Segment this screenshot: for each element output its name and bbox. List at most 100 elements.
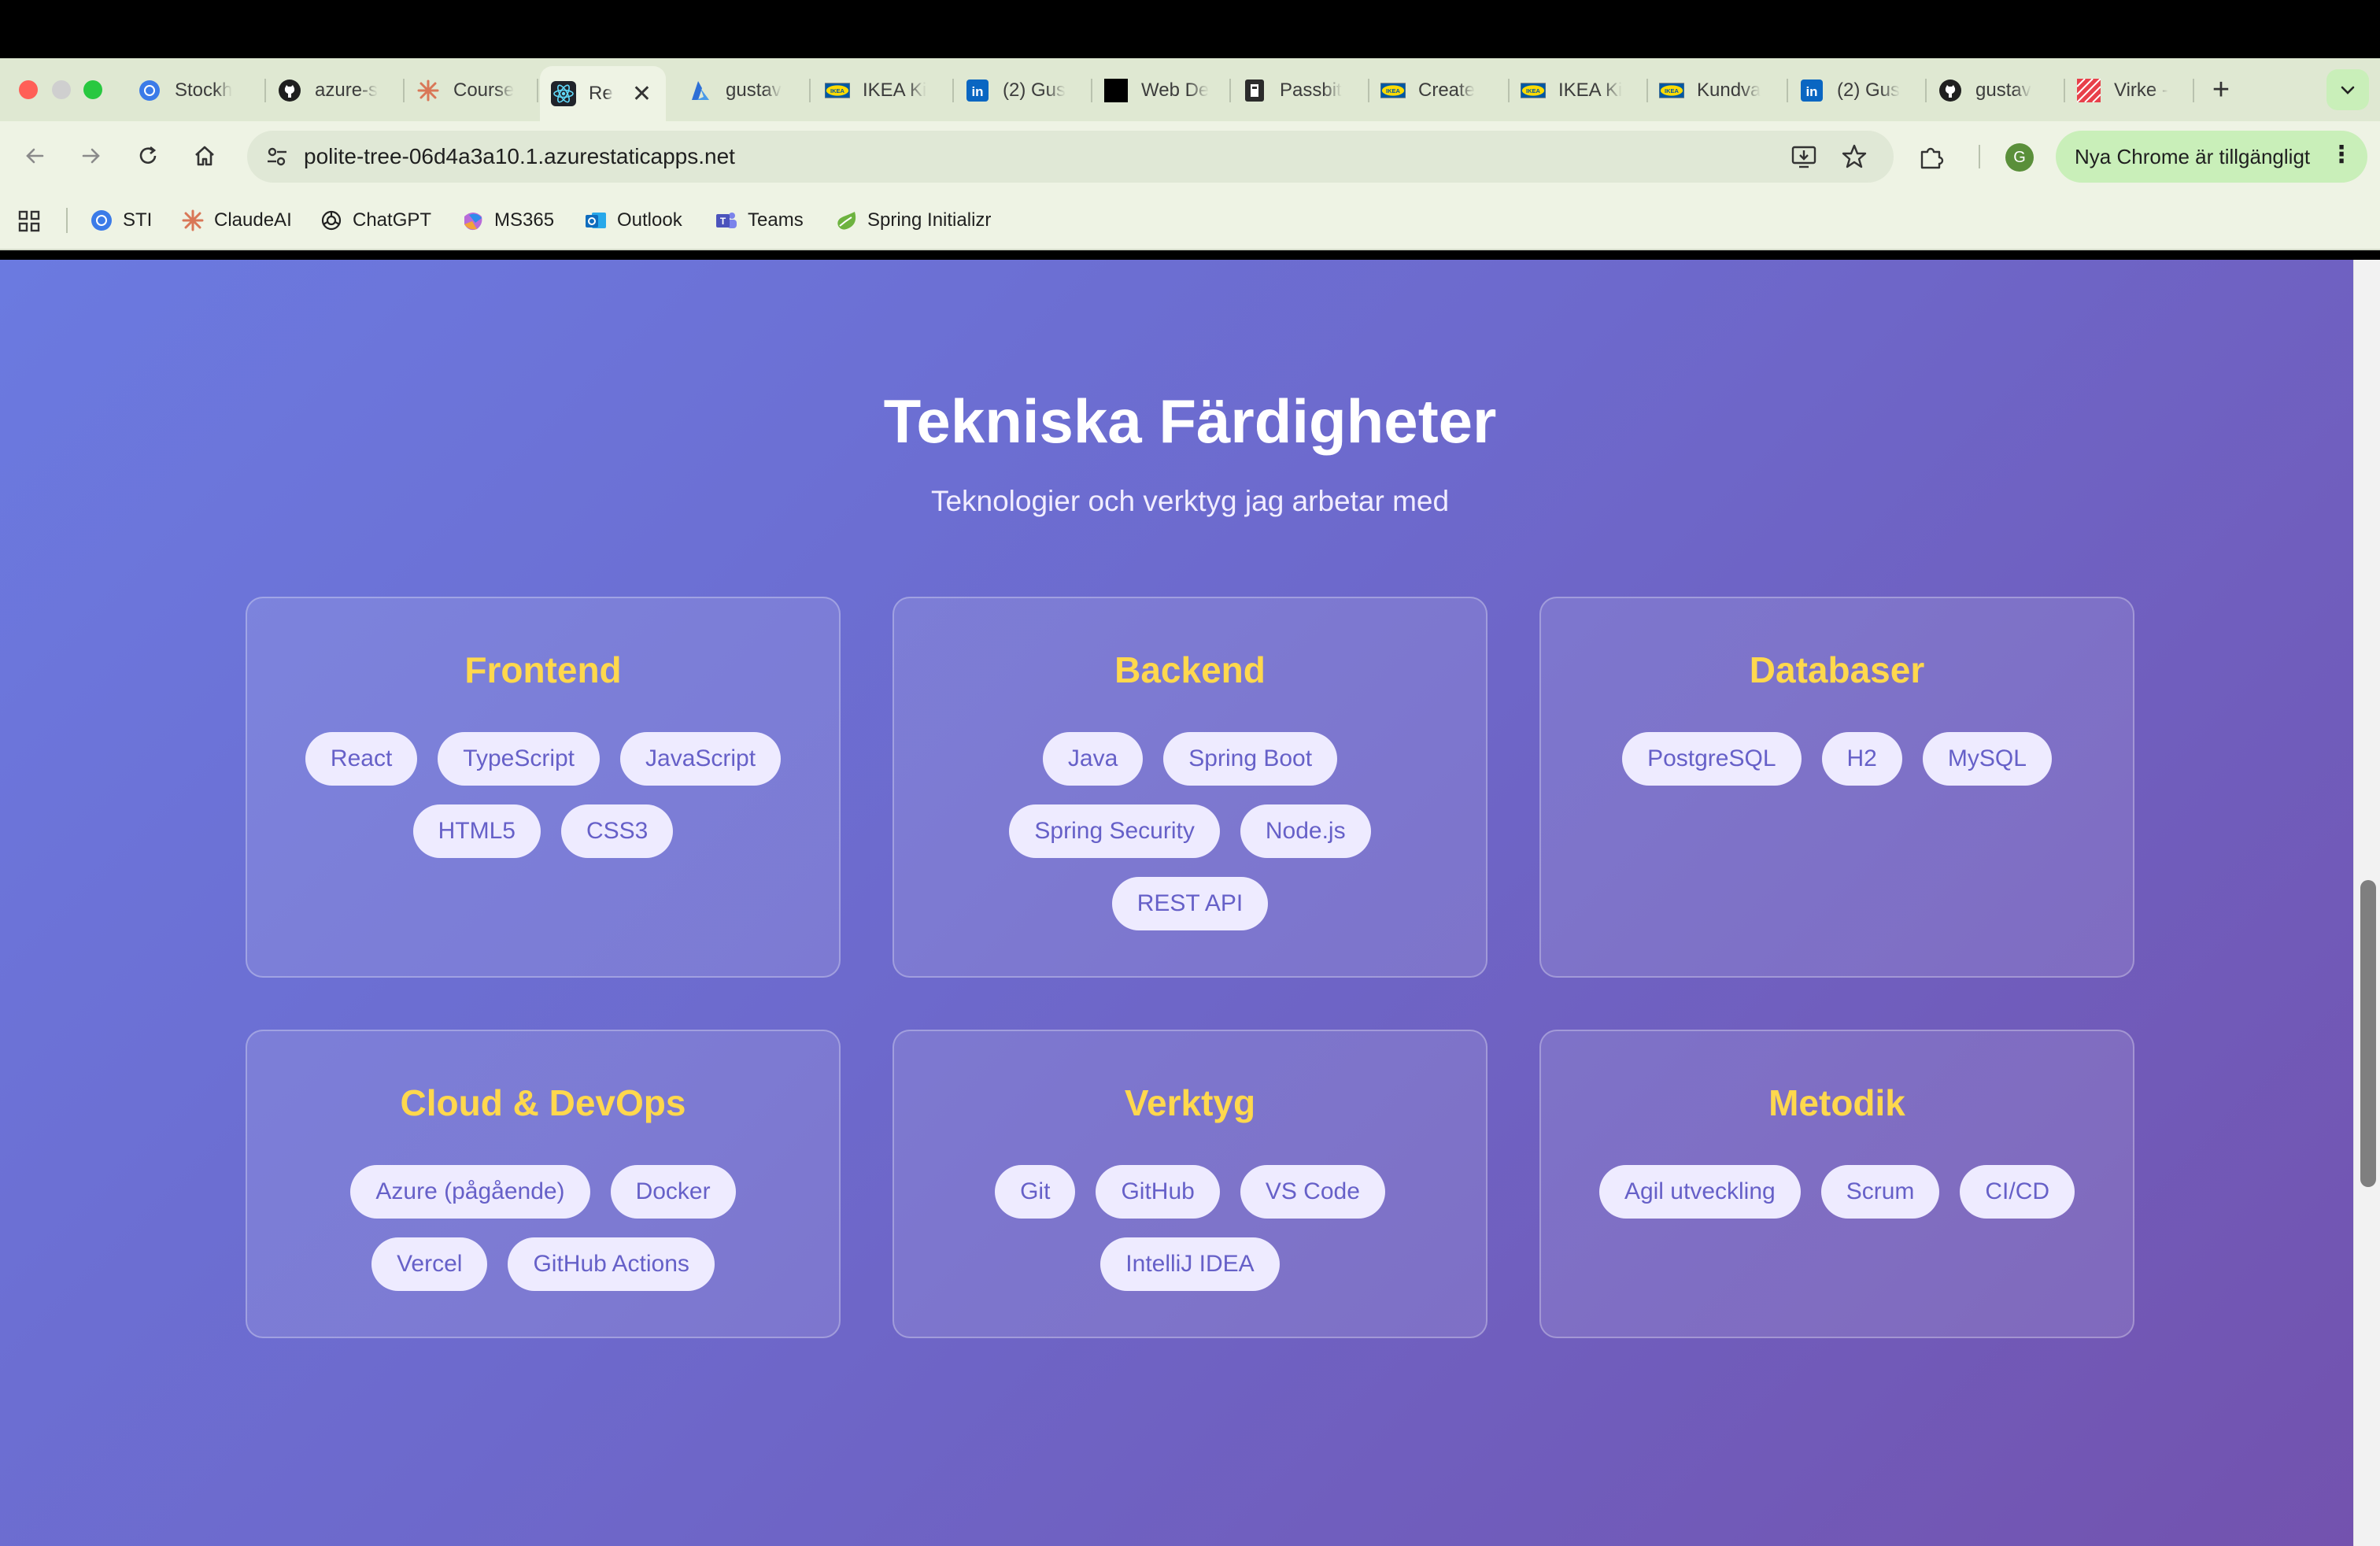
skill-card-databaser: Databaser PostgreSQL H2 MySQL — [1539, 597, 2134, 978]
teams-icon: T — [715, 209, 738, 232]
tab-3-active[interactable]: Re ✕ — [540, 66, 666, 121]
reload-icon — [139, 146, 157, 164]
tab-1[interactable]: azure-s — [266, 66, 405, 115]
bookmark-sti[interactable]: STI — [90, 205, 152, 236]
tab-label: Re — [589, 83, 613, 104]
skill-tag: Spring Boot — [1163, 732, 1338, 786]
ms365-icon — [461, 209, 485, 232]
bookmark-label: Spring Initializr — [867, 209, 992, 231]
tab-9[interactable]: IKEA Create — [1369, 66, 1510, 115]
skill-tag: Azure (pågående) — [350, 1165, 590, 1219]
bookmark-label: MS365 — [494, 209, 555, 231]
window-minimize-button[interactable] — [52, 80, 71, 99]
bookmark-teams[interactable]: T Teams — [715, 205, 804, 236]
svg-text:IKEA: IKEA — [1526, 87, 1541, 94]
svg-text:IKEA: IKEA — [1386, 87, 1401, 94]
tab-7[interactable]: Web De — [1092, 66, 1231, 115]
svg-text:in: in — [1805, 84, 1817, 99]
window-maximize-button[interactable] — [83, 80, 102, 99]
scrollbar-thumb[interactable] — [2360, 880, 2376, 1187]
bookmarks-divider — [66, 208, 68, 233]
window-close-button[interactable] — [19, 80, 38, 99]
skill-tag-list: Agil utveckling Scrum CI/CD — [1541, 1124, 2133, 1219]
reload-button[interactable] — [129, 137, 167, 175]
skill-tag: Docker — [610, 1165, 736, 1219]
update-chrome-button[interactable]: Nya Chrome är tillgängligt ⋮ — [2056, 131, 2367, 183]
install-app-icon[interactable] — [1790, 142, 1818, 171]
tab-close-icon[interactable]: ✕ — [632, 80, 652, 108]
skill-tag-list: PostgreSQL H2 MySQL — [1541, 691, 2133, 786]
skill-tag: Agil utveckling — [1598, 1165, 1801, 1219]
tab-2[interactable]: Course — [405, 66, 538, 115]
tab-10[interactable]: IKEA IKEA Ki — [1510, 66, 1648, 115]
tab-14[interactable]: Virke - — [2065, 66, 2194, 115]
tab-label: Kundva — [1697, 80, 1761, 101]
github-icon — [1938, 78, 1963, 103]
tab-label: IKEA Ki — [1558, 80, 1623, 101]
skill-card-cloud-devops: Cloud & DevOps Azure (pågående) Docker V… — [246, 1030, 841, 1338]
skill-tag-list: React TypeScript JavaScript HTML5 CSS3 — [247, 691, 839, 858]
back-button[interactable] — [16, 137, 54, 175]
tab-label: Course — [453, 80, 515, 101]
virke-icon — [2076, 78, 2101, 103]
browser-chrome: Stockh azure-s Course Re ✕ gustav IKEA I… — [0, 58, 2380, 250]
new-tab-button[interactable]: + — [2204, 72, 2238, 107]
svg-text:IKEA: IKEA — [1665, 87, 1680, 94]
tab-label: Create — [1418, 80, 1476, 101]
passbit-icon — [1242, 78, 1267, 103]
bookmark-label: Teams — [748, 209, 804, 231]
tune-icon — [268, 147, 286, 166]
bookmark-spring-initializr[interactable]: Spring Initializr — [834, 205, 991, 236]
address-bar[interactable]: polite-tree-06d4a3a10.1.azurestaticapps.… — [247, 131, 1894, 183]
bookmark-star-icon[interactable] — [1840, 142, 1868, 171]
tab-label: Passbit — [1280, 80, 1342, 101]
skill-tag: HTML5 — [412, 804, 541, 858]
tab-label: azure-s — [315, 80, 379, 101]
ikea-icon: IKEA — [1659, 78, 1684, 103]
skill-tag: GitHub Actions — [508, 1237, 715, 1291]
svg-text:T: T — [720, 216, 726, 227]
skill-tag: Spring Security — [1009, 804, 1220, 858]
bookmark-label: ChatGPT — [353, 209, 432, 231]
tab-0[interactable]: Stockh — [126, 66, 266, 115]
bookmark-outlook[interactable]: Outlook — [584, 205, 682, 236]
skill-tag: CI/CD — [1960, 1165, 2075, 1219]
home-button[interactable] — [186, 137, 224, 175]
claude-icon — [416, 78, 441, 103]
tab-13[interactable]: gustav — [1927, 66, 2065, 115]
page-viewport: Tekniska Färdigheter Teknologier och ver… — [0, 260, 2380, 1546]
site-info-button[interactable] — [261, 141, 293, 172]
bookmark-claudeai[interactable]: ClaudeAI — [181, 205, 292, 236]
bookmarks-bar: STI ClaudeAI ChatGPT MS365 Outlook T Tea… — [0, 190, 2380, 250]
tab-12[interactable]: in (2) Gus — [1788, 66, 1927, 115]
tab-label: gustav — [1975, 80, 2031, 101]
claude-icon — [181, 209, 205, 232]
skill-tag: GitHub — [1096, 1165, 1220, 1219]
tab-4[interactable]: gustav — [677, 66, 811, 115]
linkedin-icon: in — [965, 78, 990, 103]
linkedin-icon: in — [1799, 78, 1824, 103]
extensions-icon[interactable] — [1917, 142, 1946, 171]
url-text[interactable]: polite-tree-06d4a3a10.1.azurestaticapps.… — [304, 144, 735, 169]
profile-avatar[interactable]: G — [2005, 143, 2034, 172]
bookmark-ms365[interactable]: MS365 — [461, 205, 554, 236]
skill-tag: Scrum — [1820, 1165, 1940, 1219]
update-chrome-label: Nya Chrome är tillgängligt — [2075, 144, 2311, 168]
apps-grid-icon[interactable] — [17, 209, 41, 233]
page-scrollbar[interactable] — [2353, 260, 2380, 1546]
skill-tag: MySQL — [1922, 732, 2052, 786]
skill-tag: JavaScript — [620, 732, 782, 786]
tab-8[interactable]: Passbit — [1231, 66, 1369, 115]
tab-11[interactable]: IKEA Kundva — [1648, 66, 1788, 115]
skill-tag: H2 — [1821, 732, 1902, 786]
tab-6[interactable]: in (2) Gus — [954, 66, 1092, 115]
tab-5[interactable]: IKEA IKEA Ki — [814, 66, 954, 115]
bookmark-chatgpt[interactable]: ChatGPT — [320, 205, 431, 236]
skill-card-frontend: Frontend React TypeScript JavaScript HTM… — [246, 597, 841, 978]
more-menu-icon[interactable]: ⋮ — [2330, 141, 2353, 168]
skill-card-title: Cloud & DevOps — [400, 1082, 686, 1123]
chevron-down-icon — [2341, 86, 2355, 94]
forward-button[interactable] — [72, 137, 110, 175]
skill-tag: REST API — [1111, 877, 1269, 930]
tab-search-button[interactable] — [2326, 69, 2369, 110]
